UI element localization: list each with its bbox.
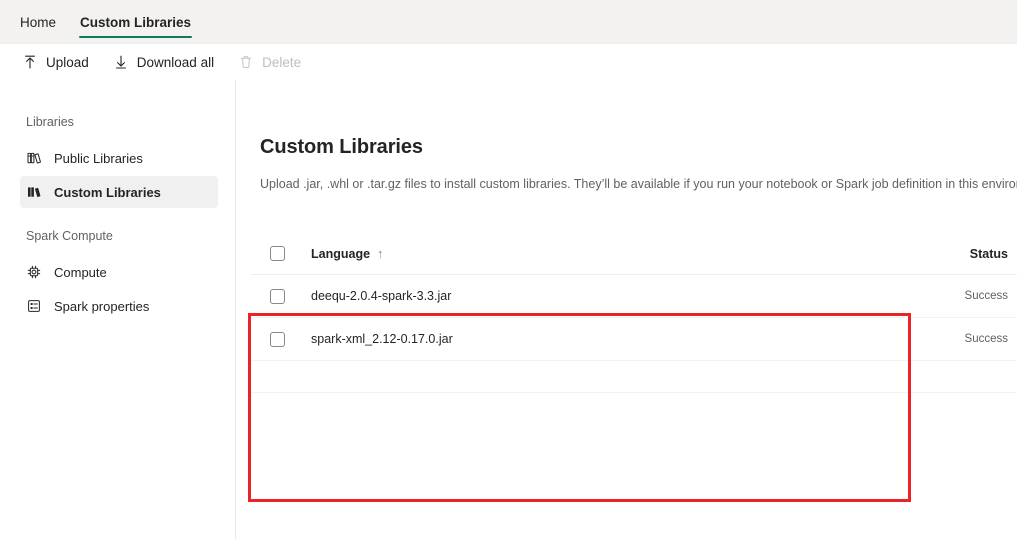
main-content: Custom Libraries Upload .jar, .whl or .t…	[237, 80, 1017, 539]
page-title: Custom Libraries	[260, 136, 423, 158]
books-outline-icon	[26, 150, 42, 166]
left-navigation: Libraries Public Libraries Custom Librar…	[0, 80, 236, 539]
download-all-button[interactable]: Download all	[103, 48, 224, 76]
delete-button[interactable]: Delete	[228, 48, 311, 76]
select-all-checkbox[interactable]	[269, 246, 285, 261]
row-status: Success	[964, 290, 1008, 302]
row-select-cell	[251, 288, 299, 304]
trash-icon	[238, 54, 254, 70]
page-body: Libraries Public Libraries Custom Librar…	[0, 80, 1017, 539]
table-empty-row	[251, 361, 1017, 393]
sidebar-item-custom-libraries[interactable]: Custom Libraries	[20, 176, 218, 208]
sidebar-item-spark-properties-label: Spark properties	[54, 298, 150, 314]
nav-group-title-libraries: Libraries	[26, 115, 74, 129]
delete-button-label: Delete	[262, 54, 302, 70]
row-checkbox[interactable]	[269, 288, 285, 304]
row-select-cell	[251, 331, 299, 347]
cpu-chip-icon	[26, 264, 42, 280]
ribbon-tabstrip: Home Custom Libraries	[0, 0, 1017, 44]
row-library-name: deequ-2.0.4-spark-3.3.jar	[311, 289, 452, 303]
row-checkbox[interactable]	[269, 331, 285, 347]
list-document-icon	[26, 298, 42, 314]
column-header-language-label: Language	[311, 246, 371, 261]
tab-custom-libraries-label: Custom Libraries	[80, 14, 192, 30]
select-all-cell	[251, 246, 299, 261]
column-header-status-label: Status	[969, 246, 1008, 261]
download-arrow-icon	[113, 54, 129, 70]
upload-arrow-icon	[22, 54, 38, 70]
sidebar-item-custom-libraries-label: Custom Libraries	[54, 184, 161, 200]
row-library-name: spark-xml_2.12-0.17.0.jar	[311, 332, 453, 346]
top-ribbon: Home Custom Libraries Upload Download al…	[0, 0, 1017, 80]
row-status: Success	[964, 333, 1008, 345]
download-all-button-label: Download all	[136, 54, 215, 70]
tab-home[interactable]: Home	[10, 0, 66, 44]
sort-ascending-icon: ↑	[377, 246, 384, 261]
tab-custom-libraries[interactable]: Custom Libraries	[70, 0, 201, 44]
command-toolbar: Upload Download all Delete	[0, 44, 1017, 80]
sidebar-item-public-libraries-label: Public Libraries	[54, 150, 143, 166]
page-subtitle: Upload .jar, .whl or .tar.gz files to in…	[260, 177, 1017, 191]
upload-button[interactable]: Upload	[12, 48, 99, 76]
active-tab-underline	[79, 36, 193, 38]
table-row[interactable]: deequ-2.0.4-spark-3.3.jar Success	[251, 275, 1017, 318]
libraries-table: Language ↑ Status deequ-2.0.4-spark-3.3.…	[251, 233, 1017, 393]
table-header-row: Language ↑ Status	[251, 233, 1017, 275]
upload-button-label: Upload	[46, 54, 89, 70]
sidebar-item-public-libraries[interactable]: Public Libraries	[20, 142, 218, 174]
sidebar-item-spark-properties[interactable]: Spark properties	[20, 290, 218, 322]
sidebar-item-compute[interactable]: Compute	[20, 256, 218, 288]
sidebar-item-compute-label: Compute	[54, 264, 107, 280]
tab-home-label: Home	[20, 14, 57, 30]
nav-group-spacer	[0, 210, 235, 228]
books-filled-icon	[26, 184, 42, 200]
column-header-status[interactable]: Status	[891, 247, 1017, 261]
column-header-language[interactable]: Language ↑	[299, 247, 891, 261]
nav-group-title-spark-compute: Spark Compute	[26, 229, 113, 243]
table-row[interactable]: spark-xml_2.12-0.17.0.jar Success	[251, 318, 1017, 361]
